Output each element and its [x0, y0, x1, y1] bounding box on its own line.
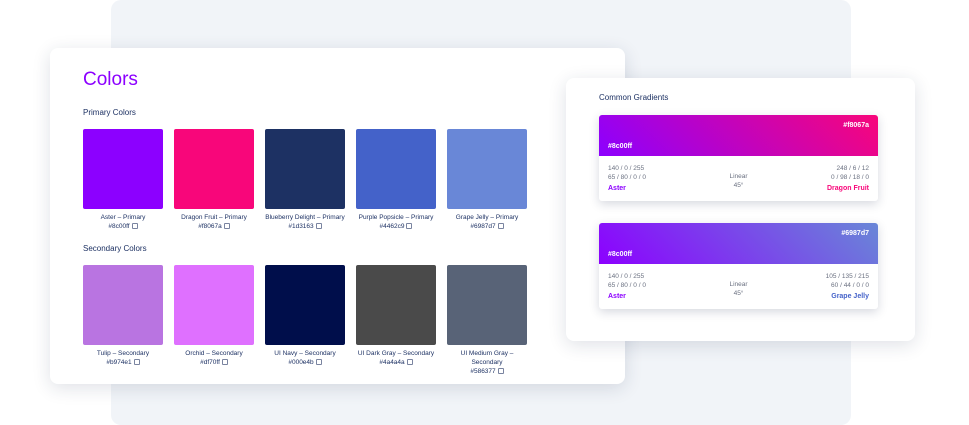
swatch-color[interactable]: [83, 265, 163, 345]
swatch-hex-value: #4a4a4a: [379, 359, 405, 366]
copy-icon[interactable]: [315, 359, 322, 366]
gradient-start-hex: #8c00ff: [608, 143, 633, 150]
swatch-hex[interactable]: #586377: [432, 368, 542, 375]
swatch-name: Grape Jelly – Primary: [455, 214, 519, 221]
swatch-hex[interactable]: #6987d7: [432, 223, 542, 230]
swatch-color[interactable]: [447, 265, 527, 345]
end-cmyk: 60 / 44 / 0 / 0: [831, 282, 869, 289]
swatch-hex-value: #4462c9: [379, 223, 405, 230]
swatch-color[interactable]: [83, 129, 163, 209]
swatch-hex-value: #000e4b: [288, 359, 314, 366]
copy-icon[interactable]: [221, 359, 228, 366]
copy-icon[interactable]: [133, 359, 140, 366]
swatch-hex-value: #f8067a: [198, 223, 222, 230]
swatch-name: UI Dark Gray – Secondary: [357, 350, 435, 357]
gradient-end-hex: #6987d7: [841, 230, 869, 237]
copy-icon[interactable]: [497, 223, 504, 230]
gradients-card: Common Gradients #f8067a #8c00ff 140 / 0…: [566, 78, 915, 341]
primary-colors-label: Primary Colors: [83, 108, 136, 117]
gradient-start-name: Aster: [608, 293, 626, 300]
colors-title: Colors: [83, 69, 138, 90]
copy-icon[interactable]: [131, 223, 138, 230]
copy-icon[interactable]: [315, 223, 322, 230]
gradient-aster-dragon-fruit[interactable]: #f8067a #8c00ff 140 / 0 / 255 65 / 80 / …: [599, 115, 878, 201]
swatch-color[interactable]: [265, 129, 345, 209]
copy-icon[interactable]: [497, 368, 504, 375]
secondary-colors-label: Secondary Colors: [83, 244, 147, 253]
swatch-hex-value: #df70ff: [200, 359, 220, 366]
copy-icon[interactable]: [406, 223, 413, 230]
colors-card: Colors Primary Colors Secondary Colors A…: [50, 48, 625, 384]
swatch-color[interactable]: [447, 129, 527, 209]
swatch-hex-value: #1d3163: [288, 223, 314, 230]
gradient-end-hex: #f8067a: [843, 122, 869, 129]
gradient-end-name: Grape Jelly: [831, 293, 869, 300]
copy-icon[interactable]: [223, 223, 230, 230]
swatch-color[interactable]: [356, 265, 436, 345]
swatch-name: UI Medium Gray – Secondary: [460, 350, 514, 366]
swatch-color[interactable]: [356, 129, 436, 209]
swatch-hex-value: #6987d7: [470, 223, 496, 230]
gradient-end-name: Dragon Fruit: [827, 185, 869, 192]
gradient-aster-grape-jelly[interactable]: #6987d7 #8c00ff 140 / 0 / 255 65 / 80 / …: [599, 223, 878, 309]
swatch-hex-value: #586377: [470, 368, 496, 375]
swatch-color[interactable]: [174, 129, 254, 209]
copy-icon[interactable]: [406, 359, 413, 366]
swatch-color[interactable]: [174, 265, 254, 345]
gradients-title: Common Gradients: [599, 93, 669, 102]
gradient-end-values: 248 / 6 / 12 0 / 98 / 18 / 0: [831, 164, 869, 182]
gradient-bar[interactable]: #6987d7 #8c00ff: [599, 223, 878, 264]
swatch-hex[interactable]: #4a4a4a: [341, 359, 451, 366]
end-cmyk: 0 / 98 / 18 / 0: [831, 174, 869, 181]
gradient-start-hex: #8c00ff: [608, 251, 633, 258]
gradient-end-values: 105 / 135 / 215 60 / 44 / 0 / 0: [826, 272, 869, 290]
swatch-hex-value: #b974e1: [106, 359, 132, 366]
end-rgb: 105 / 135 / 215: [825, 273, 869, 280]
end-rgb: 248 / 6 / 12: [836, 165, 869, 172]
gradient-start-name: Aster: [608, 185, 626, 192]
gradient-bar[interactable]: #f8067a #8c00ff: [599, 115, 878, 156]
swatch-color[interactable]: [265, 265, 345, 345]
swatch-hex-value: #8c00ff: [108, 223, 130, 230]
